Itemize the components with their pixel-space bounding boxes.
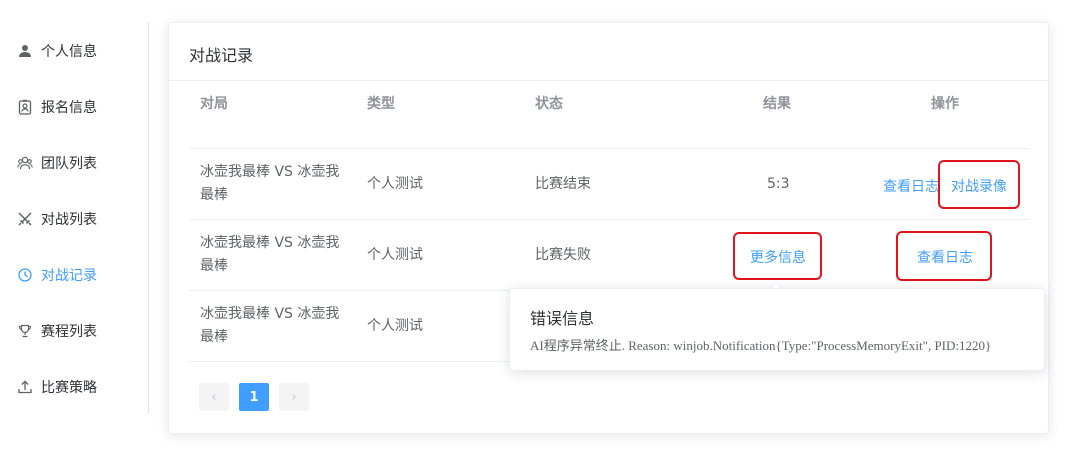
column-header-status: 状态	[535, 96, 563, 112]
sidebar-item-profile[interactable]: 个人信息	[17, 36, 97, 66]
next-page-button[interactable]: ›	[279, 383, 309, 411]
popover-title: 错误信息	[530, 309, 595, 328]
match-status: 比赛失败	[535, 247, 591, 263]
sidebar-item-label: 对战记录	[41, 268, 97, 284]
error-info-popover: 错误信息 AI程序异常终止. Reason: winjob.Notificati…	[509, 288, 1045, 371]
sidebar-item-matches[interactable]: 对战列表	[17, 204, 97, 234]
page-title: 对战记录	[189, 46, 254, 65]
crossed-swords-icon	[17, 211, 33, 227]
match-type: 个人测试	[367, 318, 423, 334]
table-divider	[189, 148, 1029, 149]
table-divider	[189, 219, 1029, 220]
match-status: 比赛结束	[535, 176, 591, 192]
match-name-line1: 冰壶我最棒 VS 冰壶我	[200, 306, 340, 322]
sidebar-item-teams[interactable]: 团队列表	[17, 148, 97, 178]
match-name-line1: 冰壶我最棒 VS 冰壶我	[200, 164, 340, 180]
match-name-line2: 最棒	[200, 329, 228, 345]
sidebar-item-label: 对战列表	[41, 212, 97, 228]
match-type: 个人测试	[367, 247, 423, 263]
view-log-link[interactable]: 查看日志	[883, 176, 939, 196]
match-name-line1: 冰壶我最棒 VS 冰壶我	[200, 235, 340, 251]
popover-arrow-inner	[771, 283, 781, 288]
team-icon	[17, 155, 33, 171]
match-result: 5:3	[767, 176, 790, 192]
sidebar-item-match-records[interactable]: 对战记录	[17, 260, 97, 290]
clock-icon	[17, 267, 33, 283]
match-replay-link[interactable]: 对战录像	[951, 176, 1007, 196]
id-badge-icon	[17, 99, 33, 115]
upload-icon	[17, 379, 33, 395]
trophy-icon	[17, 323, 33, 339]
column-header-result: 结果	[763, 96, 791, 112]
match-name-line2: 最棒	[200, 258, 228, 274]
match-type: 个人测试	[367, 176, 423, 192]
sidebar-item-schedule[interactable]: 赛程列表	[17, 316, 97, 346]
sidebar-item-registration[interactable]: 报名信息	[17, 92, 97, 122]
view-log-link[interactable]: 查看日志	[917, 247, 973, 267]
card-header: 对战记录	[169, 23, 1048, 81]
sidebar-item-label: 报名信息	[41, 100, 97, 116]
column-header-actions: 操作	[931, 96, 959, 112]
sidebar-item-label: 比赛策略	[41, 380, 97, 396]
column-header-match: 对局	[200, 96, 228, 112]
match-name-line2: 最棒	[200, 187, 228, 203]
sidebar-item-label: 团队列表	[41, 156, 97, 172]
sidebar-item-label: 个人信息	[41, 44, 97, 60]
sidebar-item-label: 赛程列表	[41, 324, 97, 340]
match-records-card: 对战记录	[168, 22, 1049, 434]
column-header-type: 类型	[367, 96, 395, 112]
user-icon	[17, 43, 33, 59]
popover-content: AI程序异常终止. Reason: winjob.Notification{Ty…	[530, 338, 992, 353]
page-number-button[interactable]: 1	[239, 383, 269, 411]
prev-page-button[interactable]: ‹	[199, 383, 229, 411]
sidebar-item-strategy[interactable]: 比赛策略	[17, 372, 97, 402]
more-info-link[interactable]: 更多信息	[750, 247, 806, 267]
